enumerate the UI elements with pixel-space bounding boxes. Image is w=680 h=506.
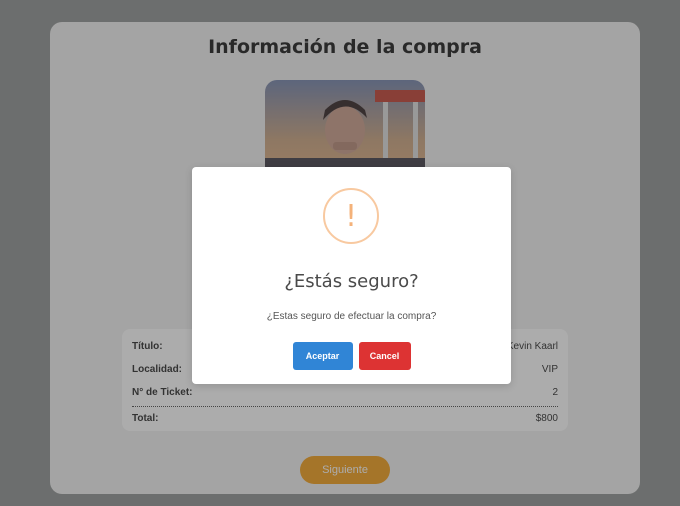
confirm-dialog: ! ¿Estás seguro? ¿Estas seguro de efectu… <box>192 167 511 384</box>
dialog-message: ¿Estas seguro de efectuar la compra? <box>266 311 437 322</box>
warning-icon: ! <box>323 188 379 244</box>
cancel-button[interactable]: Cancel <box>358 342 411 370</box>
dialog-actions: Aceptar Cancel <box>192 342 511 370</box>
accept-button[interactable]: Aceptar <box>292 342 353 370</box>
dialog-title: ¿Estás seguro? <box>284 271 419 292</box>
